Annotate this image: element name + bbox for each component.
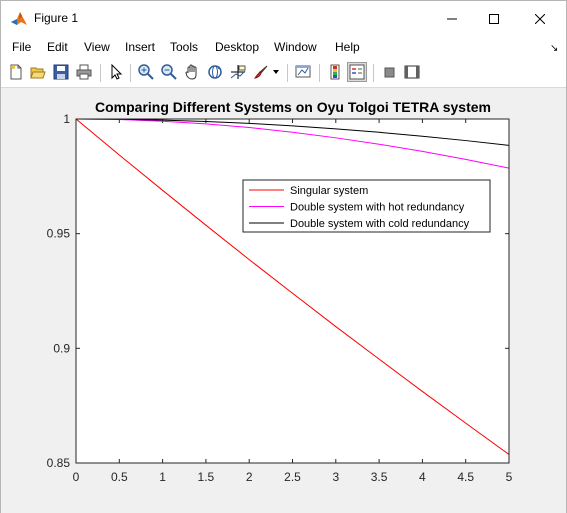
colorbar-icon	[330, 64, 340, 80]
brush-dropdown-button[interactable]	[271, 62, 281, 82]
close-button[interactable]	[517, 1, 563, 36]
brush-button[interactable]	[251, 62, 271, 82]
link-plot-icon	[295, 65, 311, 78]
hide-plot-tools-icon	[384, 67, 395, 78]
x-tick-label: 5	[506, 470, 513, 484]
minimize-button[interactable]	[429, 1, 475, 36]
toolbar-separator	[287, 64, 288, 82]
matlab-logo-icon	[10, 10, 28, 28]
menu-insert[interactable]: Insert	[125, 40, 155, 54]
x-tick-label: 0	[73, 470, 80, 484]
x-tick-label: 1	[159, 470, 166, 484]
menu-file[interactable]: File	[12, 40, 31, 54]
x-tick-label: 4.5	[457, 470, 474, 484]
new-figure-button[interactable]	[6, 62, 26, 82]
legend-icon	[349, 64, 365, 80]
print-icon	[76, 64, 92, 80]
link-plot-button[interactable]	[293, 62, 313, 82]
legend[interactable]: Singular system Double system with hot re…	[242, 179, 491, 233]
maximize-button[interactable]	[471, 1, 517, 36]
legend-button[interactable]	[347, 62, 367, 82]
zoom-in-icon	[138, 64, 154, 80]
dock-arrow-icon[interactable]: ↘	[550, 43, 558, 54]
brush-dropdown-icon	[273, 70, 279, 74]
zoom-out-icon	[161, 64, 177, 80]
close-icon	[535, 13, 545, 24]
toolbar-separator	[319, 64, 320, 82]
save-icon	[53, 64, 69, 80]
menu-view[interactable]: View	[84, 40, 110, 54]
maximize-icon	[489, 13, 499, 24]
y-tick-label: 0.95	[47, 227, 71, 241]
pan-button[interactable]	[182, 62, 202, 82]
pointer-icon	[111, 64, 123, 80]
show-plot-tools-icon	[404, 65, 420, 79]
x-tick-label: 3.5	[371, 470, 388, 484]
figure-toolbar	[1, 58, 566, 88]
pan-icon	[185, 64, 197, 80]
zoom-in-button[interactable]	[136, 62, 156, 82]
minimize-icon	[447, 18, 457, 19]
colorbar-button[interactable]	[325, 62, 345, 82]
menu-desktop[interactable]: Desktop	[215, 40, 259, 54]
legend-label: Singular system	[290, 185, 368, 197]
open-file-icon	[30, 67, 46, 79]
x-tick-label: 3	[332, 470, 339, 484]
x-tick-label: 2.5	[284, 470, 301, 484]
toolbar-separator	[130, 64, 131, 82]
show-plot-tools-button[interactable]	[402, 62, 422, 82]
legend-label: Double system with hot redundancy	[290, 202, 465, 214]
rotate-3d-button[interactable]	[205, 62, 225, 82]
menu-edit[interactable]: Edit	[47, 40, 68, 54]
menu-help[interactable]: Help	[335, 40, 360, 54]
chart-canvas[interactable]: Comparing Different Systems on Oyu Tolgo…	[0, 88, 565, 512]
hide-plot-tools-button[interactable]	[379, 62, 399, 82]
x-tick-label: 0.5	[111, 470, 128, 484]
pointer-button[interactable]	[106, 62, 126, 82]
x-tick-label: 1.5	[198, 470, 215, 484]
plot-area[interactable]	[76, 119, 509, 463]
rotate-3d-icon	[208, 65, 222, 79]
data-cursor-button[interactable]	[228, 62, 248, 82]
new-figure-icon	[10, 64, 22, 80]
menu-tools[interactable]: Tools	[170, 40, 198, 54]
chart-title: Comparing Different Systems on Oyu Tolgo…	[95, 99, 491, 115]
print-button[interactable]	[74, 62, 94, 82]
open-file-button[interactable]	[28, 62, 48, 82]
toolbar-separator	[100, 64, 101, 82]
zoom-out-button[interactable]	[159, 62, 179, 82]
y-tick-label: 1	[63, 112, 70, 126]
x-tick-label: 2	[246, 470, 253, 484]
menu-bar: File Edit View Insert Tools Desktop Wind…	[1, 36, 566, 58]
title-bar[interactable]: Figure 1	[1, 1, 566, 36]
y-tick-label: 0.9	[53, 341, 70, 355]
x-tick-label: 4	[419, 470, 426, 484]
data-cursor-icon	[230, 65, 246, 79]
menu-window[interactable]: Window	[274, 40, 317, 54]
y-tick-label: 0.85	[47, 456, 71, 470]
toolbar-separator	[373, 64, 374, 82]
window-title: Figure 1	[34, 11, 79, 25]
save-button[interactable]	[51, 62, 71, 82]
brush-icon	[253, 65, 268, 79]
legend-label: Double system with cold redundancy	[290, 218, 470, 230]
